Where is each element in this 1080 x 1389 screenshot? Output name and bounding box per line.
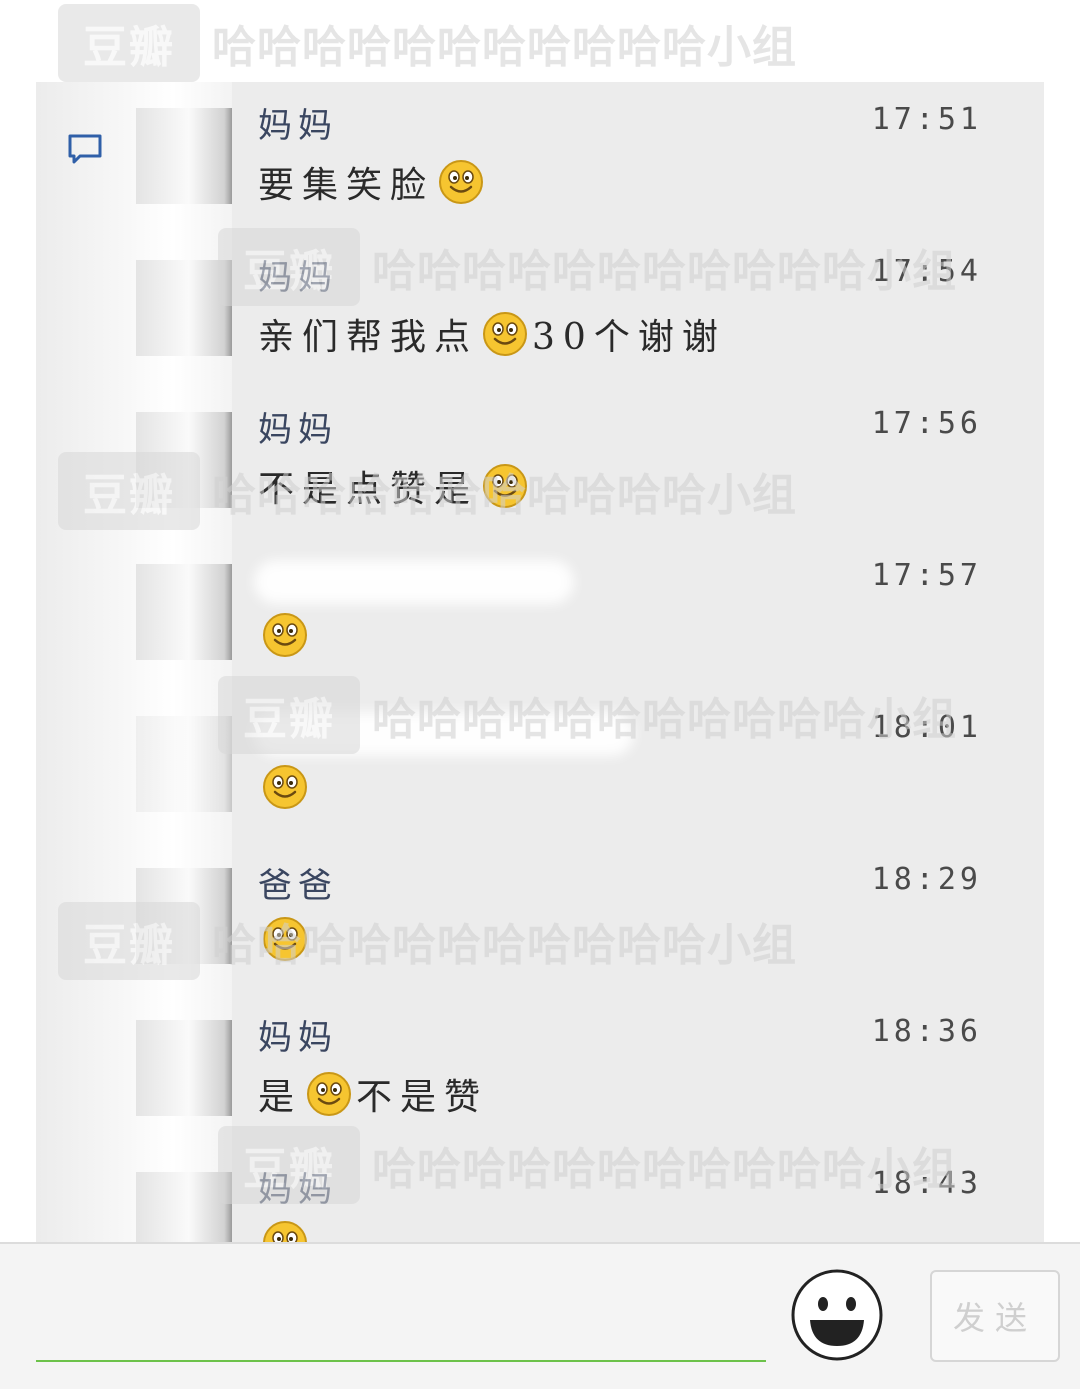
message-text (258, 612, 312, 658)
avatar[interactable] (136, 412, 232, 508)
message-text (258, 764, 312, 810)
message-row[interactable]: 妈妈 17:54 亲们帮我点 30个谢谢 (36, 234, 1044, 384)
avatar[interactable] (136, 260, 232, 356)
avatar[interactable] (136, 1020, 232, 1116)
message-text: 不是点赞是 (258, 460, 532, 512)
smiley-emoji-icon (307, 1072, 352, 1116)
sender-name: 爸爸 (258, 866, 338, 906)
chat-panel[interactable]: 妈妈 17:51 要集笑脸 妈妈 17:54 亲们帮我点 30个谢谢 妈妈 17… (36, 82, 1044, 1242)
smiley-emoji-icon (263, 1221, 307, 1242)
message-time: 18:43 (871, 1166, 982, 1201)
message-time: 18:01 (871, 710, 982, 745)
sender-name: 妈妈 (258, 1018, 338, 1058)
message-text (258, 916, 312, 962)
message-text-part: 30个谢谢 (532, 317, 726, 358)
message-text-part: 是 (258, 1077, 303, 1118)
avatar[interactable] (136, 1172, 232, 1242)
avatar[interactable] (136, 564, 232, 660)
message-text-part: 亲们帮我点 (258, 317, 479, 358)
sender-name: 妈妈 (258, 1170, 338, 1210)
redacted-sender (254, 712, 634, 756)
smiley-emoji-icon (483, 464, 528, 508)
message-row[interactable]: 18:01 (36, 690, 1044, 840)
sender-name: 妈妈 (258, 106, 338, 146)
message-row[interactable]: 17:57 (36, 538, 1044, 688)
message-text-part: 要集笑脸 (258, 165, 435, 206)
message-input-field[interactable] (36, 1360, 766, 1362)
smiley-emoji-icon (263, 917, 307, 961)
send-button[interactable]: 发送 (930, 1270, 1060, 1362)
smiley-emoji-icon (483, 312, 528, 356)
top-watermark-band (0, 0, 1080, 82)
message-row[interactable]: 妈妈 17:51 要集笑脸 (36, 82, 1044, 232)
smiley-emoji-icon (439, 160, 484, 204)
avatar[interactable] (136, 868, 232, 964)
message-row[interactable]: 爸爸 18:29 (36, 842, 1044, 992)
message-text: 亲们帮我点 30个谢谢 (258, 308, 726, 360)
avatar[interactable] (136, 108, 232, 204)
smiley-emoji-icon (263, 765, 307, 809)
message-text: 是 不是赞 (258, 1068, 488, 1120)
redacted-sender (254, 560, 574, 604)
message-row[interactable]: 妈妈 18:43 (36, 1146, 1044, 1242)
message-text-part: 不是点赞是 (258, 469, 479, 510)
message-time: 17:54 (871, 254, 982, 289)
message-row[interactable]: 妈妈 18:36 是 不是赞 (36, 994, 1044, 1144)
message-time: 17:56 (871, 406, 982, 441)
sender-name: 妈妈 (258, 258, 338, 298)
message-time: 18:29 (871, 862, 982, 897)
message-time: 17:51 (871, 102, 982, 137)
message-input-bar: 发送 (0, 1242, 1080, 1389)
emoji-button-icon[interactable] (790, 1268, 884, 1362)
message-row[interactable]: 妈妈 17:56 不是点赞是 (36, 386, 1044, 536)
message-time: 17:57 (871, 558, 982, 593)
avatar[interactable] (136, 716, 232, 812)
sender-name: 妈妈 (258, 410, 338, 450)
message-text-part: 不是赞 (356, 1077, 489, 1118)
message-text: 要集笑脸 (258, 156, 488, 208)
message-text (258, 1220, 312, 1242)
message-time: 18:36 (871, 1014, 982, 1049)
smiley-emoji-icon (263, 613, 307, 657)
